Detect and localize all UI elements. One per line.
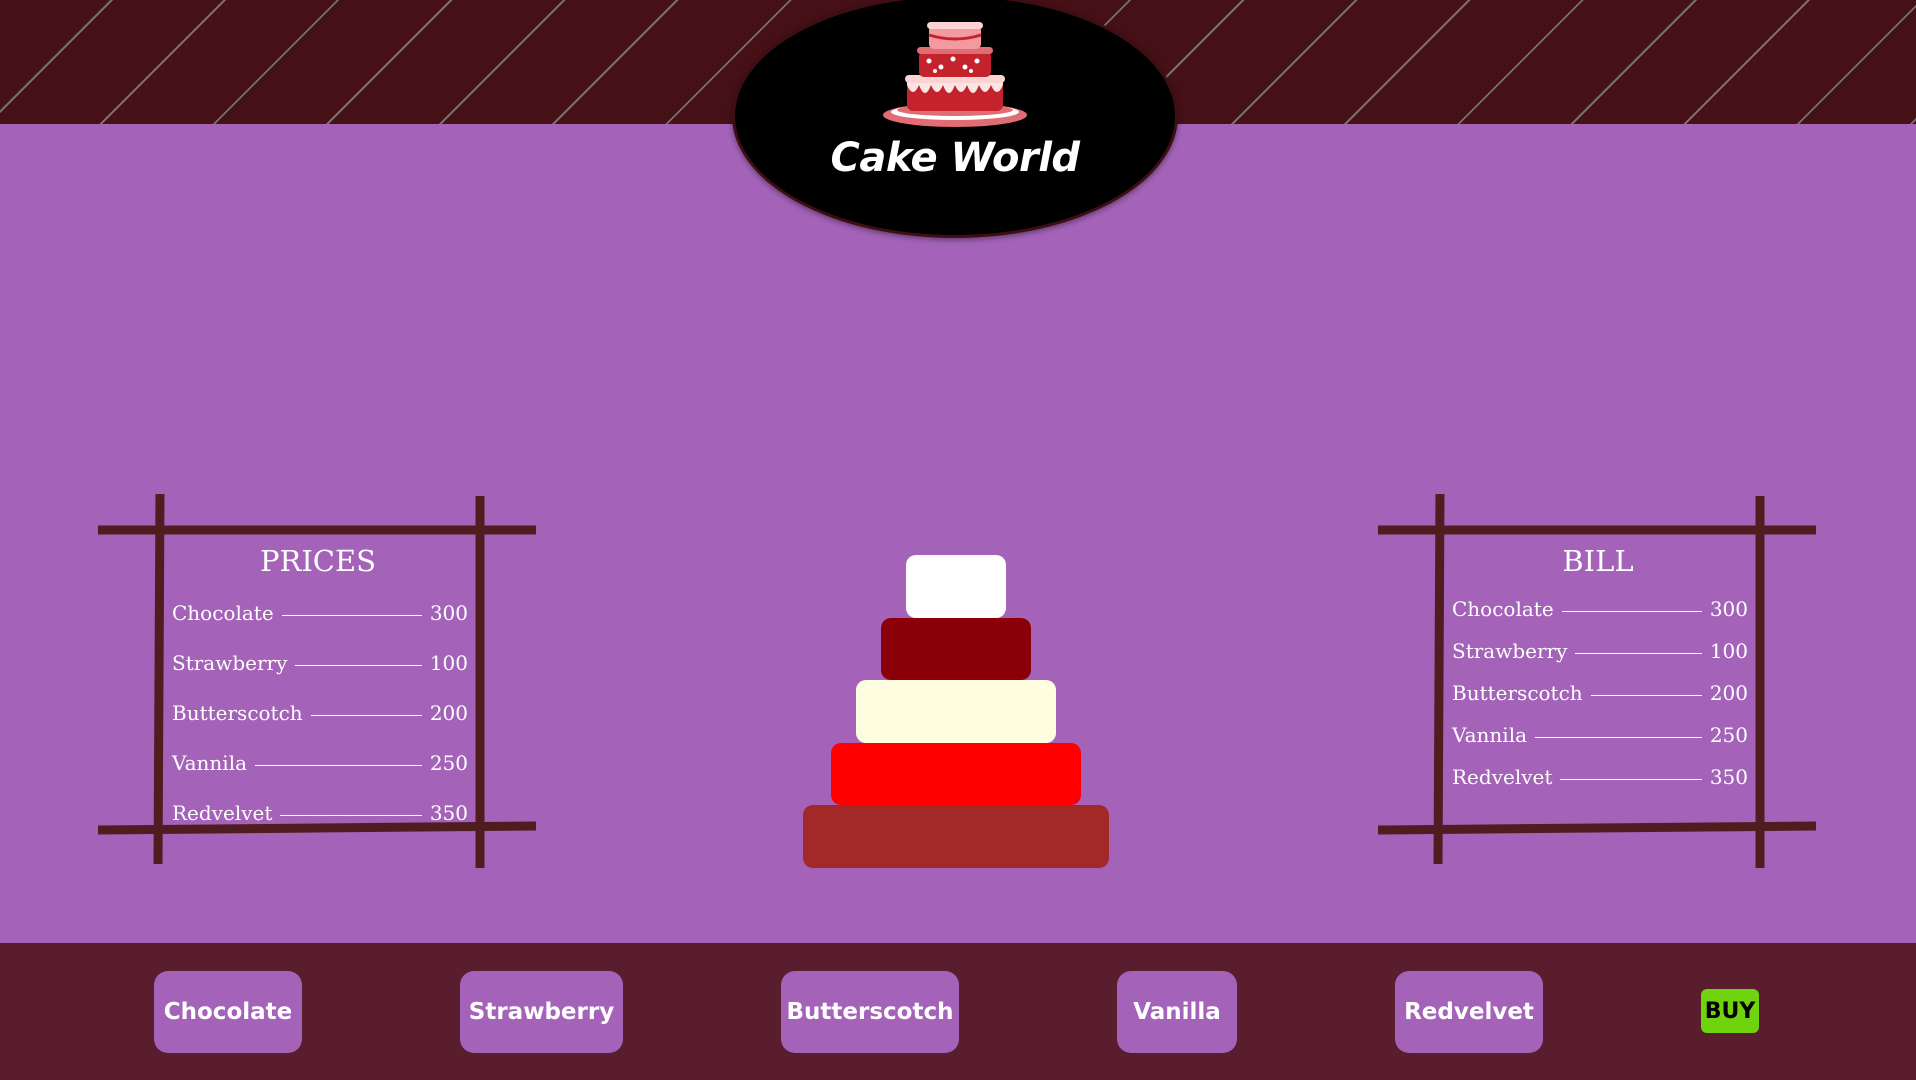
bill-item-name: Butterscotch — [1452, 681, 1583, 705]
price-item-value: 300 — [429, 601, 468, 625]
dotted-leader — [1590, 694, 1702, 696]
bill-row-vannila: Vannila 250 — [1452, 714, 1748, 756]
redvelvet-button[interactable]: Redvelvet — [1395, 971, 1543, 1053]
bill-row-redvelvet: Redvelvet 350 — [1452, 756, 1748, 798]
price-row-redvelvet: Redvelvet 350 — [172, 788, 468, 838]
cake-logo-icon — [883, 22, 1027, 127]
bill-board: BILL Chocolate 300 Strawberry 100 Butter… — [1378, 492, 1818, 872]
bill-item-name: Redvelvet — [1452, 765, 1553, 789]
cake-tier-redvelvet — [881, 618, 1031, 680]
price-item-value: 200 — [429, 701, 468, 725]
price-row-vannila: Vannila 250 — [172, 738, 468, 788]
price-item-name: Redvelvet — [172, 801, 273, 825]
bill-row-butterscotch: Butterscotch 200 — [1452, 672, 1748, 714]
bill-item-value: 250 — [1709, 723, 1748, 747]
logo: Cake World — [732, 0, 1178, 238]
price-item-value: 250 — [429, 751, 468, 775]
price-row-butterscotch: Butterscotch 200 — [172, 688, 468, 738]
strawberry-button[interactable]: Strawberry — [460, 971, 623, 1053]
dotted-leader — [310, 714, 422, 716]
bill-item-value: 300 — [1709, 597, 1748, 621]
cake-tier-chocolate — [803, 805, 1109, 868]
cake-tier-strawberry — [831, 743, 1081, 805]
cake-tier-butterscotch — [856, 680, 1056, 743]
price-row-chocolate: Chocolate 300 — [172, 588, 468, 638]
vanilla-button[interactable]: Vanilla — [1117, 971, 1237, 1053]
price-item-name: Vannila — [172, 751, 248, 775]
bill-item-value: 100 — [1709, 639, 1748, 663]
prices-board: PRICES Chocolate 300 Strawberry 100 Butt… — [98, 492, 538, 872]
prices-list: Chocolate 300 Strawberry 100 Butterscotc… — [172, 588, 468, 838]
chocolate-button[interactable]: Chocolate — [154, 971, 302, 1053]
cake-tier-vanilla — [906, 555, 1006, 618]
butterscotch-button[interactable]: Butterscotch — [781, 971, 959, 1053]
dotted-leader — [1560, 778, 1702, 780]
bill-list: Chocolate 300 Strawberry 100 Butterscotc… — [1452, 588, 1748, 798]
prices-title: PRICES — [259, 544, 377, 578]
bill-item-value: 350 — [1709, 765, 1748, 789]
price-item-name: Chocolate — [172, 601, 274, 625]
bill-item-name: Vannila — [1452, 723, 1528, 747]
price-item-name: Butterscotch — [172, 701, 303, 725]
price-item-value: 100 — [429, 651, 468, 675]
bill-item-name: Strawberry — [1452, 639, 1568, 663]
dotted-leader — [280, 814, 422, 816]
dotted-leader — [1535, 736, 1702, 738]
dotted-leader — [1561, 610, 1702, 612]
price-item-name: Strawberry — [172, 651, 288, 675]
bill-row-strawberry: Strawberry 100 — [1452, 630, 1748, 672]
bottom-bar: Chocolate Strawberry Butterscotch Vanill… — [0, 943, 1916, 1080]
bill-item-name: Chocolate — [1452, 597, 1554, 621]
bill-title: BILL — [1562, 544, 1634, 578]
dotted-leader — [295, 664, 422, 666]
dotted-leader — [1575, 652, 1702, 654]
brand-title: Cake World — [830, 135, 1080, 181]
bill-row-chocolate: Chocolate 300 — [1452, 588, 1748, 630]
bill-item-value: 200 — [1709, 681, 1748, 705]
buy-button[interactable]: BUY — [1701, 989, 1759, 1033]
dotted-leader — [281, 614, 422, 616]
price-row-strawberry: Strawberry 100 — [172, 638, 468, 688]
dotted-leader — [255, 764, 422, 766]
price-item-value: 350 — [429, 801, 468, 825]
